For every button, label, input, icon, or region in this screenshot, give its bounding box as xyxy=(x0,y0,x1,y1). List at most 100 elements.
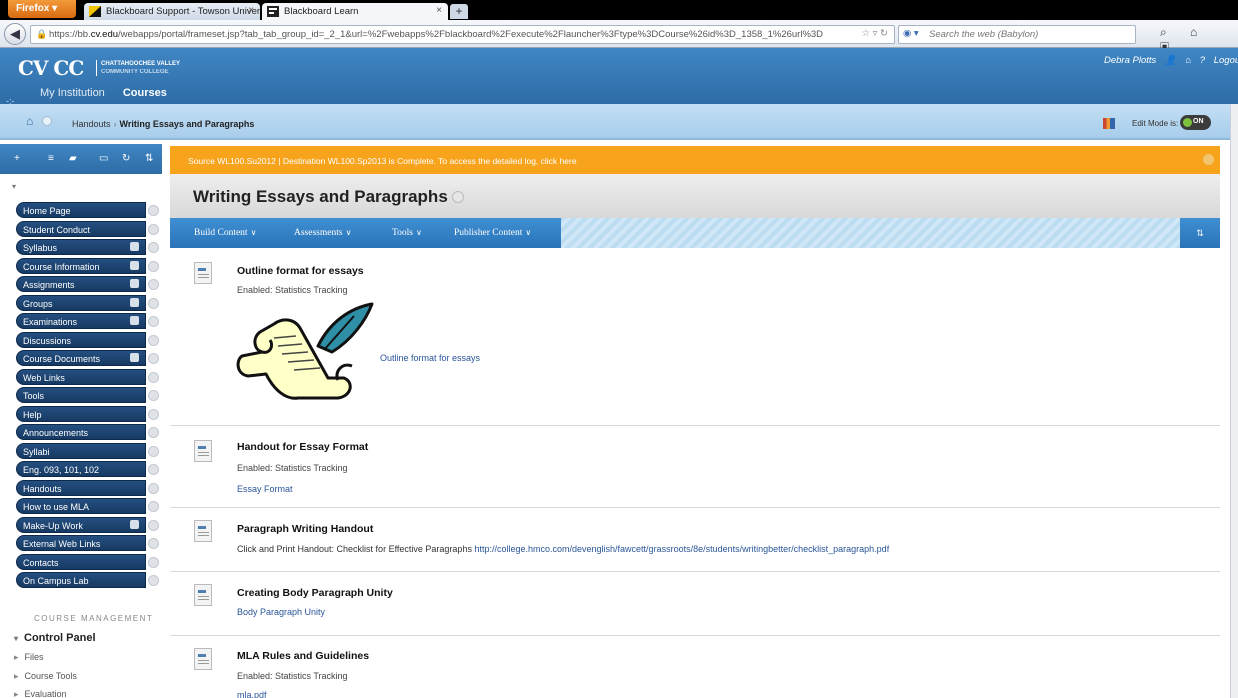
new-tab-button[interactable]: + xyxy=(450,4,468,19)
control-panel-course-tools[interactable]: ▸ Course Tools xyxy=(14,671,77,682)
sidebar-item[interactable]: Contacts xyxy=(16,553,159,570)
sidebar-item[interactable]: Assignments xyxy=(16,276,159,292)
close-tab-icon[interactable]: × xyxy=(248,5,254,16)
college-logo[interactable]: CV CC CHATTAHOOCHEE VALLEY COMMUNITY COLL… xyxy=(18,56,180,80)
home-menu-icon[interactable] xyxy=(42,116,52,126)
publisher-content-button[interactable]: Publisher Content ∨ xyxy=(454,228,531,238)
sidebar-item-label: Eng. 093, 101, 102 xyxy=(23,465,100,475)
sort-icon[interactable]: ⇅ xyxy=(145,153,153,164)
item-options-icon[interactable] xyxy=(148,519,159,531)
sidebar-item[interactable]: External Web Links xyxy=(16,535,159,551)
logout-link[interactable]: Logout xyxy=(1214,55,1238,66)
assessments-button[interactable]: Assessments ∨ xyxy=(294,228,351,238)
user-name[interactable]: Debra Plotts xyxy=(1104,55,1156,66)
sidebar-item[interactable]: Course Information xyxy=(16,257,159,274)
sidebar-item[interactable]: Help xyxy=(16,405,159,422)
item-options-icon[interactable] xyxy=(148,482,159,494)
item-title[interactable]: MLA Rules and Guidelines xyxy=(237,650,369,662)
sidebar-item[interactable]: Groups xyxy=(16,294,159,311)
back-arrow-icon[interactable]: ◀ xyxy=(4,23,26,45)
close-alert-icon[interactable] xyxy=(1203,154,1214,165)
search-input[interactable]: ◉ ▾ Search the web (Babylon) xyxy=(898,25,1136,44)
item-link[interactable]: Body Paragraph Unity xyxy=(237,607,325,617)
sidebar-item[interactable]: On Campus Lab xyxy=(16,572,159,588)
browser-tab-support[interactable]: Blackboard Support - Towson Univer... × xyxy=(84,3,260,20)
sidebar-item[interactable]: Web Links xyxy=(16,368,159,385)
item-link[interactable]: mla.pdf xyxy=(237,690,267,698)
sidebar-item[interactable]: Home Page xyxy=(16,202,159,218)
sidebar-item[interactable]: Announcements xyxy=(16,424,159,440)
item-options-icon[interactable] xyxy=(148,297,159,309)
title-options-icon[interactable] xyxy=(451,191,464,203)
item-options-icon[interactable] xyxy=(148,445,159,457)
item-link[interactable]: Essay Format xyxy=(237,484,293,494)
bookmark-star-icon[interactable]: ☆ ▿ ↻ xyxy=(861,28,888,39)
tab-courses[interactable]: Courses xyxy=(123,87,167,99)
item-title[interactable]: Paragraph Writing Handout xyxy=(237,523,373,535)
list-view-icon[interactable]: ≡ xyxy=(48,153,54,164)
item-options-icon[interactable] xyxy=(148,279,159,290)
browser-tab-blackboard[interactable]: Blackboard Learn × xyxy=(262,3,448,20)
course-menu-toolbar: + ≡ ▰ ▭ ↻ ⇅ xyxy=(0,144,162,174)
control-panel[interactable]: ▾ Control Panel xyxy=(14,632,96,644)
alert-log-link[interactable]: here xyxy=(560,156,577,166)
control-panel-files[interactable]: ▸ Files xyxy=(14,652,44,663)
home-icon[interactable]: ⌂ xyxy=(1185,55,1191,66)
scroll-quill-image[interactable] xyxy=(234,302,376,402)
item-options-icon[interactable] xyxy=(148,464,159,475)
url-bar[interactable]: 🔒 https://bb.cv.edu/webapps/portal/frame… xyxy=(30,25,895,44)
breadcrumb-parent[interactable]: Handouts xyxy=(72,119,111,129)
sidebar-item[interactable]: Examinations xyxy=(16,313,159,329)
control-panel-evaluation[interactable]: ▸ Evaluation xyxy=(14,689,67,698)
person-icon[interactable]: 👤 xyxy=(1165,55,1177,66)
item-options-icon[interactable] xyxy=(148,334,159,346)
close-tab-icon[interactable]: × xyxy=(436,5,442,16)
item-options-icon[interactable] xyxy=(148,427,159,438)
sidebar-item[interactable]: Syllabus xyxy=(16,239,159,255)
sidebar-item[interactable]: Syllabi xyxy=(16,442,159,459)
sidebar-item[interactable]: Discussions xyxy=(16,331,159,348)
item-title[interactable]: Outline format for essays xyxy=(237,265,364,277)
sidebar-item[interactable]: Course Documents xyxy=(16,350,159,366)
library-books-icon[interactable] xyxy=(1103,118,1115,129)
menu-collapse-arrow-icon[interactable]: ▾ xyxy=(12,182,16,191)
sidebar-item[interactable]: Eng. 093, 101, 102 xyxy=(16,461,159,477)
document-icon xyxy=(194,584,212,606)
tools-button[interactable]: Tools ∨ xyxy=(392,228,422,238)
sidebar-item[interactable]: Handouts xyxy=(16,479,159,496)
item-options-icon[interactable] xyxy=(148,223,159,235)
tab-my-institution[interactable]: My Institution xyxy=(40,87,105,99)
item-options-icon[interactable] xyxy=(148,390,159,401)
window-view-icon[interactable]: ▭ xyxy=(99,153,108,164)
build-content-button[interactable]: Build Content ∨ xyxy=(194,228,256,238)
folder-view-icon[interactable]: ▰ xyxy=(69,153,77,164)
help-icon[interactable]: ? xyxy=(1200,55,1205,66)
item-options-icon[interactable] xyxy=(148,556,159,568)
item-options-icon[interactable] xyxy=(148,316,159,327)
item-options-icon[interactable] xyxy=(148,205,159,216)
item-title[interactable]: Creating Body Paragraph Unity xyxy=(237,587,393,599)
add-menu-item-icon[interactable]: + xyxy=(14,153,20,164)
item-options-icon[interactable] xyxy=(148,242,159,253)
item-options-icon[interactable] xyxy=(148,501,159,512)
reorder-icon[interactable]: ⇅ xyxy=(1180,218,1220,248)
item-link[interactable]: http://college.hmco.com/devenglish/fawce… xyxy=(474,544,889,554)
sidebar-item[interactable]: Make-Up Work xyxy=(16,516,159,533)
item-options-icon[interactable] xyxy=(148,575,159,586)
item-options-icon[interactable] xyxy=(148,371,159,383)
edit-mode-toggle[interactable]: ON xyxy=(1180,115,1211,130)
item-options-icon[interactable] xyxy=(148,260,159,272)
home-icon[interactable]: ⌂ xyxy=(26,115,37,127)
item-options-icon[interactable] xyxy=(148,353,159,364)
sidebar-item[interactable]: How to use MLA xyxy=(16,498,159,514)
sidebar-item[interactable]: Student Conduct xyxy=(16,220,159,237)
item-options-icon[interactable] xyxy=(148,408,159,420)
item-title[interactable]: Handout for Essay Format xyxy=(237,441,368,453)
refresh-icon[interactable]: ↻ xyxy=(122,153,130,164)
firefox-menu-button[interactable]: Firefox ▾ xyxy=(8,0,76,18)
sidebar-item-label: Tools xyxy=(23,391,45,401)
item-options-icon[interactable] xyxy=(148,538,159,549)
sidebar-item[interactable]: Tools xyxy=(16,387,159,403)
item-link[interactable]: Outline format for essays xyxy=(380,353,480,363)
vertical-scrollbar[interactable] xyxy=(1230,104,1238,698)
